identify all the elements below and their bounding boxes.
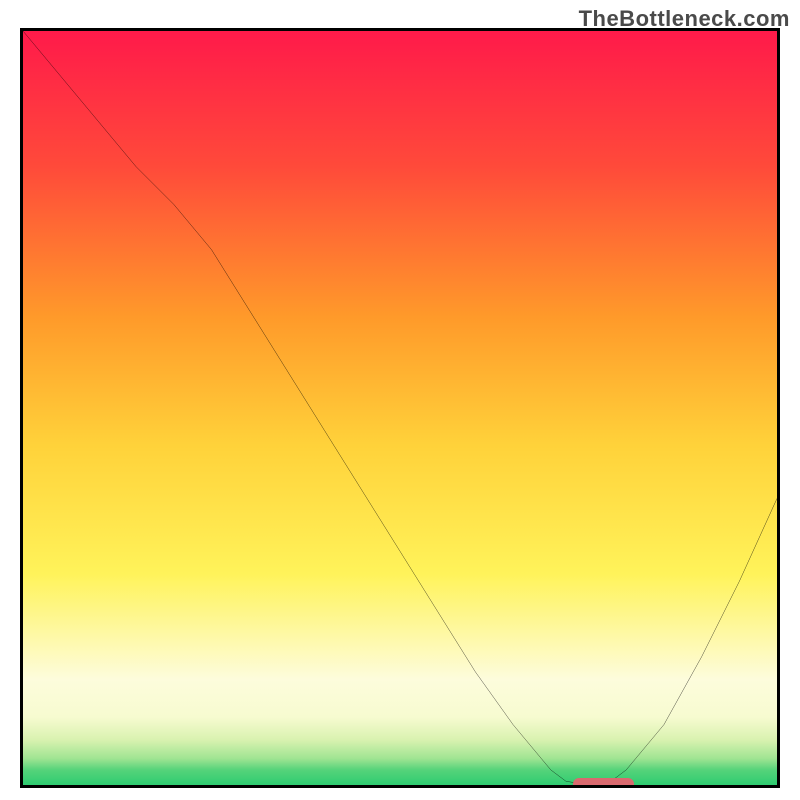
bottleneck-chart: TheBottleneck.com bbox=[0, 0, 800, 800]
bottleneck-curve bbox=[23, 31, 777, 785]
plot-area bbox=[20, 28, 780, 788]
optimum-marker bbox=[573, 778, 633, 788]
